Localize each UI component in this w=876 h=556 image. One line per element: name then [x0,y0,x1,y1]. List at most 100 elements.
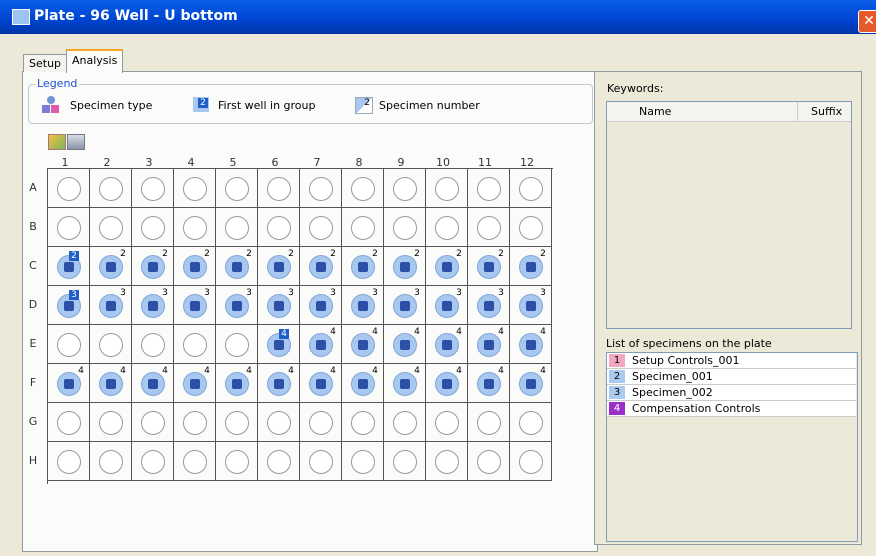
plate-well[interactable] [216,403,258,442]
plate-well[interactable]: 4 [216,364,258,403]
specimen-list-item[interactable]: 4 Compensation Controls [607,401,856,417]
plate-well[interactable] [174,325,216,364]
plate-well[interactable] [384,169,426,208]
print-icon[interactable] [67,134,85,150]
plate-well[interactable]: 2 [426,247,468,286]
plate-well[interactable] [426,403,468,442]
plate-well[interactable] [90,403,132,442]
plate-well[interactable] [300,442,342,481]
keywords-table[interactable]: Name Suffix [606,101,852,329]
plate-well[interactable]: 3 [342,286,384,325]
plate-well[interactable]: 2 [132,247,174,286]
plate-well[interactable] [468,169,510,208]
close-button[interactable]: ✕ [858,10,876,33]
plate-well[interactable] [468,442,510,481]
plate-well[interactable] [300,403,342,442]
plate-well[interactable]: 4 [300,325,342,364]
plate-well[interactable] [426,208,468,247]
keywords-col-suffix[interactable]: Suffix [811,105,842,118]
tab-setup[interactable]: Setup [23,54,68,72]
plate-setup-icon[interactable] [48,134,66,150]
plate-well[interactable]: 2 [48,247,90,286]
plate-well[interactable]: 2 [216,247,258,286]
plate-well[interactable] [90,208,132,247]
plate-well[interactable]: 4 [174,364,216,403]
plate-well[interactable]: 4 [300,364,342,403]
plate-well[interactable]: 3 [384,286,426,325]
plate-well[interactable] [174,442,216,481]
plate-well[interactable]: 3 [300,286,342,325]
plate-well[interactable] [132,442,174,481]
plate-well[interactable] [132,325,174,364]
plate-well[interactable] [132,208,174,247]
tab-analysis[interactable]: Analysis [66,49,124,73]
plate-well[interactable]: 4 [132,364,174,403]
plate-well[interactable] [258,442,300,481]
plate-well[interactable]: 3 [468,286,510,325]
plate-well[interactable] [90,169,132,208]
specimens-list[interactable]: 1 Setup Controls_001 2 Specimen_001 3 Specime… [606,352,858,542]
plate-well[interactable]: 2 [174,247,216,286]
plate-well[interactable]: 4 [384,364,426,403]
plate-well[interactable]: 3 [216,286,258,325]
plate-well[interactable]: 2 [342,247,384,286]
specimen-list-item[interactable]: 2 Specimen_001 [607,369,856,385]
plate-well[interactable] [216,169,258,208]
plate-well[interactable] [216,208,258,247]
plate-well[interactable] [468,403,510,442]
plate-well[interactable] [300,169,342,208]
plate-well[interactable]: 2 [258,247,300,286]
plate-well[interactable] [342,208,384,247]
plate-well[interactable] [384,442,426,481]
plate-well[interactable] [174,208,216,247]
plate-well[interactable]: 3 [90,286,132,325]
plate-well[interactable] [510,442,552,481]
plate-well[interactable] [300,208,342,247]
plate-well[interactable] [342,403,384,442]
plate-well[interactable] [174,403,216,442]
plate-well[interactable] [426,169,468,208]
plate-well[interactable] [174,169,216,208]
plate-well[interactable]: 3 [258,286,300,325]
plate-well[interactable]: 4 [258,364,300,403]
plate-well[interactable] [510,169,552,208]
plate-well[interactable] [48,325,90,364]
plate-well[interactable]: 4 [90,364,132,403]
plate-well[interactable] [132,169,174,208]
plate-well[interactable] [258,169,300,208]
plate-well[interactable]: 2 [300,247,342,286]
plate-well[interactable]: 2 [468,247,510,286]
plate-well[interactable]: 3 [48,286,90,325]
plate-well[interactable] [342,442,384,481]
plate-well[interactable] [48,403,90,442]
plate-well[interactable]: 4 [258,325,300,364]
plate-well[interactable] [48,208,90,247]
plate-well[interactable]: 4 [342,364,384,403]
plate-well[interactable]: 3 [426,286,468,325]
specimen-list-item[interactable]: 1 Setup Controls_001 [607,353,856,369]
plate-well[interactable] [132,403,174,442]
plate-well[interactable]: 3 [510,286,552,325]
plate-well[interactable]: 4 [468,364,510,403]
plate-well[interactable]: 3 [174,286,216,325]
plate-well[interactable] [90,325,132,364]
keywords-col-name[interactable]: Name [639,105,671,118]
plate-well[interactable]: 4 [510,364,552,403]
plate-well[interactable] [90,442,132,481]
plate-well[interactable] [216,442,258,481]
plate-well[interactable]: 2 [384,247,426,286]
plate-well[interactable]: 4 [384,325,426,364]
plate-well[interactable] [48,442,90,481]
plate-well[interactable]: 4 [426,325,468,364]
plate-well[interactable] [384,403,426,442]
plate-well[interactable] [510,403,552,442]
plate-well[interactable]: 4 [468,325,510,364]
plate-well[interactable]: 4 [48,364,90,403]
plate-well[interactable]: 4 [342,325,384,364]
plate-well[interactable] [384,208,426,247]
specimen-list-item[interactable]: 3 Specimen_002 [607,385,856,401]
plate-well[interactable] [48,169,90,208]
plate-well[interactable]: 4 [426,364,468,403]
plate-well[interactable]: 2 [510,247,552,286]
plate-well[interactable]: 3 [132,286,174,325]
